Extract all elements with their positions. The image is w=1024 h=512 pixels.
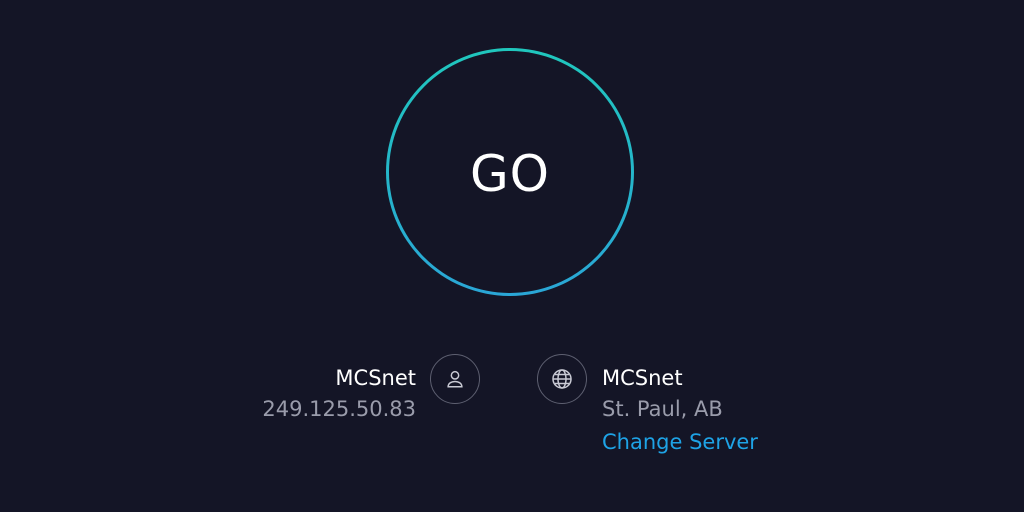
server-info: MCSnet St. Paul, AB Change Server [602, 364, 758, 458]
change-server-link[interactable]: Change Server [602, 426, 758, 458]
go-button-label: GO [469, 145, 551, 203]
speedtest-screen: GO MCSnet 249.125.50.83 MCSnet St. Paul,… [0, 0, 1024, 512]
provider-ip: 249.125.50.83 [262, 397, 416, 421]
provider-info: MCSnet 249.125.50.83 [262, 364, 416, 426]
server-name: MCSnet [602, 366, 683, 390]
provider-name: MCSnet [335, 366, 416, 390]
user-icon [430, 354, 480, 404]
go-button[interactable]: GO [386, 48, 634, 296]
go-button-inner: GO [389, 51, 631, 293]
globe-icon [537, 354, 587, 404]
server-location: St. Paul, AB [602, 397, 723, 421]
